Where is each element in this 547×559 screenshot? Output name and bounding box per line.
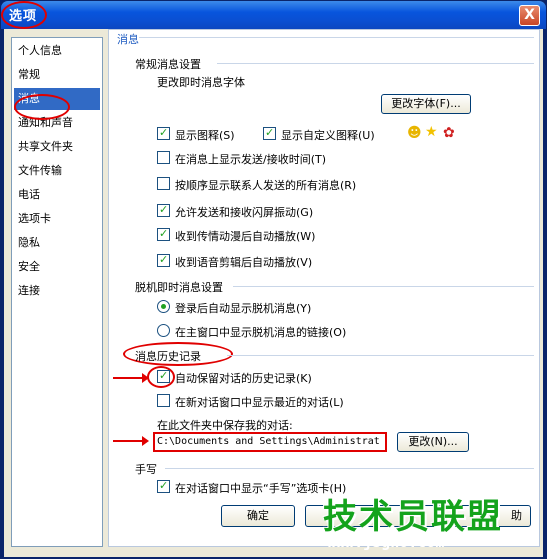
- rose-icon: ✿: [443, 125, 455, 141]
- separator: [227, 355, 534, 356]
- show-all-messages-checkbox[interactable]: [157, 177, 170, 190]
- category-list: 个人信息 常规 消息 通知和声音 共享文件夹 文件传输 电话 选项卡 隐私 安全 连接: [11, 37, 103, 547]
- show-icons-checkbox[interactable]: [157, 126, 170, 140]
- close-button[interactable]: X: [519, 5, 540, 26]
- sidebar-item[interactable]: 选项卡: [14, 208, 100, 230]
- show-after-login-label: 登录后自动显示脱机消息(Y): [175, 302, 312, 315]
- allow-nudge-label: 允许发送和接收闪屏振动(G): [175, 206, 314, 219]
- sidebar-item[interactable]: 共享文件夹: [14, 136, 100, 158]
- ok-button[interactable]: 确定: [221, 505, 295, 527]
- show-after-login-radio[interactable]: [157, 300, 170, 313]
- autoplay-voice-checkbox[interactable]: [157, 253, 170, 267]
- smiley-icon: ☻: [407, 125, 422, 141]
- show-time-label: 在消息上显示发送/接收时间(T): [175, 153, 327, 166]
- sidebar-item[interactable]: 隐私: [14, 232, 100, 254]
- handwriting-heading: 手写: [135, 463, 157, 476]
- auto-save-history-label: 自动保留对话的历史记录(K): [175, 372, 312, 385]
- allow-nudge-checkbox[interactable]: [157, 203, 170, 217]
- general-heading: 常规消息设置: [135, 58, 201, 71]
- sidebar-annotation-circle: [14, 94, 70, 120]
- show-custom-icons-checkbox[interactable]: [263, 126, 276, 140]
- folder-label: 在此文件夹中保存我的对话:: [157, 419, 293, 432]
- change-folder-button[interactable]: 更改(N)...: [397, 432, 469, 452]
- arrow-annotation: [113, 373, 149, 383]
- star-icon: ★: [425, 124, 438, 140]
- sidebar-item[interactable]: 连接: [14, 280, 100, 302]
- autoplay-voice-label: 收到语音剪辑后自动播放(V): [175, 256, 313, 269]
- show-custom-icons-label: 显示自定义图释(U): [281, 129, 375, 142]
- font-label: 更改即时消息字体: [157, 76, 245, 89]
- change-font-button[interactable]: 更改字体(F)...: [381, 94, 471, 114]
- show-recent-label: 在新对话窗口中显示最近的对话(L): [175, 396, 344, 409]
- settings-panel: 消息 常规消息设置 更改即时消息字体 更改字体(F)... 显示图释(S) 显示…: [108, 29, 540, 547]
- client-area: 个人信息 常规 消息 通知和声音 共享文件夹 文件传输 电话 选项卡 隐私 安全 连接 消息 常规消…: [4, 29, 543, 557]
- show-link-radio[interactable]: [157, 324, 170, 337]
- separator: [139, 37, 534, 38]
- history-folder-input[interactable]: C:\Documents and Settings\Administrat: [153, 432, 387, 452]
- sidebar-item[interactable]: 个人信息: [14, 40, 100, 62]
- sidebar-item[interactable]: 安全: [14, 256, 100, 278]
- offline-heading: 脱机即时消息设置: [135, 281, 223, 294]
- sidebar-item[interactable]: 文件传输: [14, 160, 100, 182]
- show-recent-checkbox[interactable]: [157, 394, 170, 407]
- show-time-checkbox[interactable]: [157, 151, 170, 164]
- separator: [217, 63, 534, 64]
- title-annotation-circle: [1, 1, 47, 29]
- title-bar: 选项 X: [1, 1, 546, 29]
- separator: [165, 468, 534, 469]
- auto-save-history-checkbox[interactable]: [157, 369, 170, 383]
- show-icons-label: 显示图释(S): [175, 129, 235, 142]
- autoplay-wink-checkbox[interactable]: [157, 227, 170, 241]
- show-handwriting-tab-checkbox[interactable]: [157, 479, 170, 493]
- options-window: 选项 X 个人信息 常规 消息 通知和声音 共享文件夹 文件传输 电话 选项卡 隐私 安全 连接 消…: [0, 0, 547, 559]
- arrow-annotation: [113, 436, 149, 446]
- sidebar-item[interactable]: 电话: [14, 184, 100, 206]
- history-heading: 消息历史记录: [135, 350, 201, 363]
- separator: [233, 286, 534, 287]
- watermark-logo: 技术员联盟 www.jsgho.com: [321, 489, 541, 555]
- panel-title: 消息: [117, 33, 139, 46]
- autoplay-wink-label: 收到传情动漫后自动播放(W): [175, 230, 316, 243]
- show-all-messages-label: 按顺序显示联系人发送的所有消息(R): [175, 179, 357, 192]
- sidebar-item[interactable]: 常规: [14, 64, 100, 86]
- watermark-url: www.jsgho.com: [327, 533, 445, 551]
- show-link-label: 在主窗口中显示脱机消息的链接(O): [175, 326, 347, 339]
- watermark-title: 技术员联盟: [323, 497, 503, 537]
